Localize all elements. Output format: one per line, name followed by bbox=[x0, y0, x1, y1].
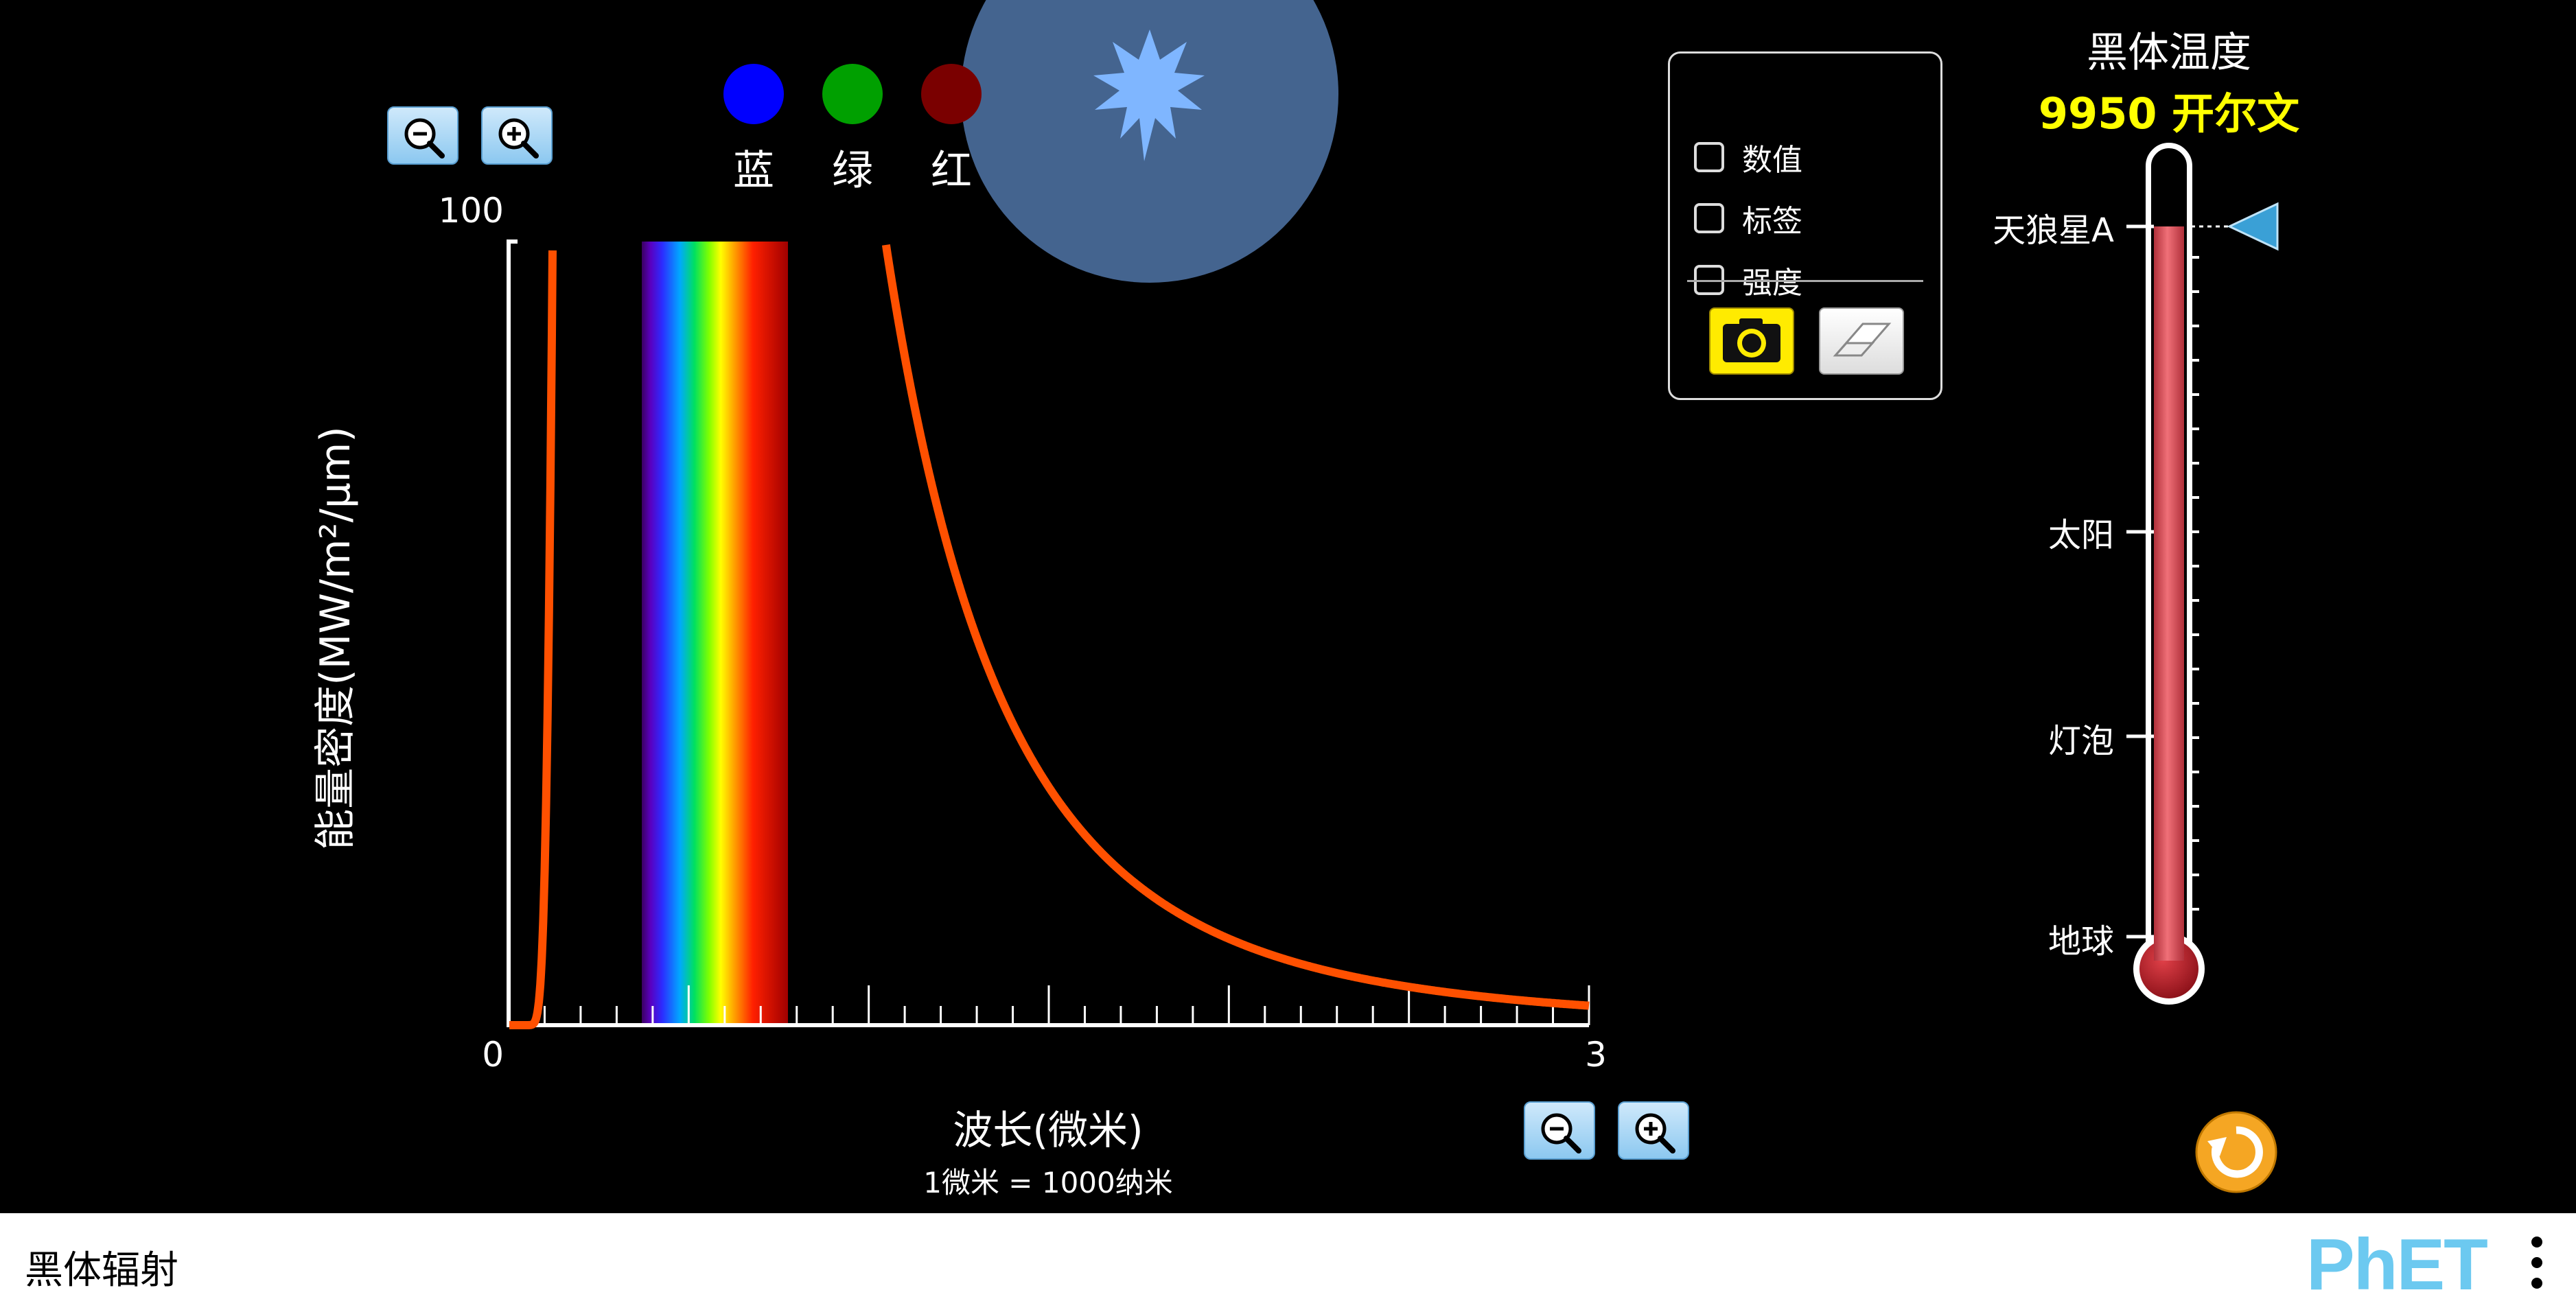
values-checkbox[interactable]: 数值 bbox=[1694, 137, 1802, 178]
camera-icon bbox=[1723, 318, 1780, 362]
temperature-readout: 9950 开尔文 bbox=[2038, 89, 2300, 139]
y-axis-max-label: 100 bbox=[438, 191, 504, 231]
snapshot-button[interactable] bbox=[1709, 307, 1794, 375]
marker-sirius-label: 天狼星A bbox=[1993, 211, 2114, 250]
thermometer-title: 黑体温度 bbox=[2087, 29, 2251, 77]
eraser-icon bbox=[1833, 323, 1892, 357]
y-axis-title: 能量密度(MW/m²/μm) bbox=[312, 426, 360, 850]
menu-dot-icon bbox=[2531, 1278, 2542, 1289]
labels-checkbox-box[interactable] bbox=[1694, 203, 1724, 233]
y-axis-min-label: 0 bbox=[482, 1035, 504, 1075]
marker-earth-label: 地球 bbox=[2047, 922, 2114, 961]
temperature-slider-thumb[interactable] bbox=[2227, 202, 2279, 251]
graph bbox=[507, 239, 1590, 1029]
control-panel-divider bbox=[1687, 280, 1923, 282]
thermometer-fill bbox=[2154, 226, 2184, 961]
phet-logo[interactable]: PhET bbox=[2306, 1227, 2488, 1302]
visible-spectrum-band bbox=[642, 242, 788, 1025]
control-panel: 数值 标签 强度 bbox=[1668, 51, 1942, 400]
phet-menu-button[interactable] bbox=[2530, 1232, 2544, 1301]
marker-sun-label: 太阳 bbox=[2047, 516, 2114, 554]
values-checkbox-box[interactable] bbox=[1694, 142, 1724, 172]
marker-lightbulb-label: 灯泡 bbox=[2047, 722, 2114, 760]
values-checkbox-label: 数值 bbox=[1742, 143, 1802, 178]
thermometer bbox=[2126, 143, 2279, 1005]
menu-dot-icon bbox=[2531, 1237, 2542, 1247]
zoom-in-icon bbox=[1635, 1113, 1675, 1153]
x-axis-max-label: 3 bbox=[1585, 1035, 1607, 1075]
horizontal-zoom-in-button[interactable] bbox=[1618, 1101, 1689, 1160]
menu-dot-icon bbox=[2531, 1257, 2542, 1268]
navigation-bar: 黑体辐射 PhET bbox=[0, 1213, 2576, 1312]
x-axis-title: 波长(微米) bbox=[953, 1107, 1144, 1153]
x-axis-subtitle: 1微米 = 1000纳米 bbox=[923, 1166, 1173, 1199]
zoom-out-icon bbox=[1541, 1113, 1581, 1153]
sim-screen: 蓝 绿 红 100 0 3 能量密度(MW/m²/μm) 波长(微米) 1微米 … bbox=[0, 0, 2576, 1312]
labels-checkbox[interactable]: 标签 bbox=[1694, 198, 1802, 239]
labels-checkbox-label: 标签 bbox=[1742, 204, 1802, 239]
sim-title: 黑体辐射 bbox=[25, 1248, 178, 1293]
horizontal-zoom-out-button[interactable] bbox=[1524, 1101, 1595, 1160]
erase-button[interactable] bbox=[1819, 307, 1904, 375]
reset-all-button[interactable] bbox=[2194, 1110, 2279, 1195]
